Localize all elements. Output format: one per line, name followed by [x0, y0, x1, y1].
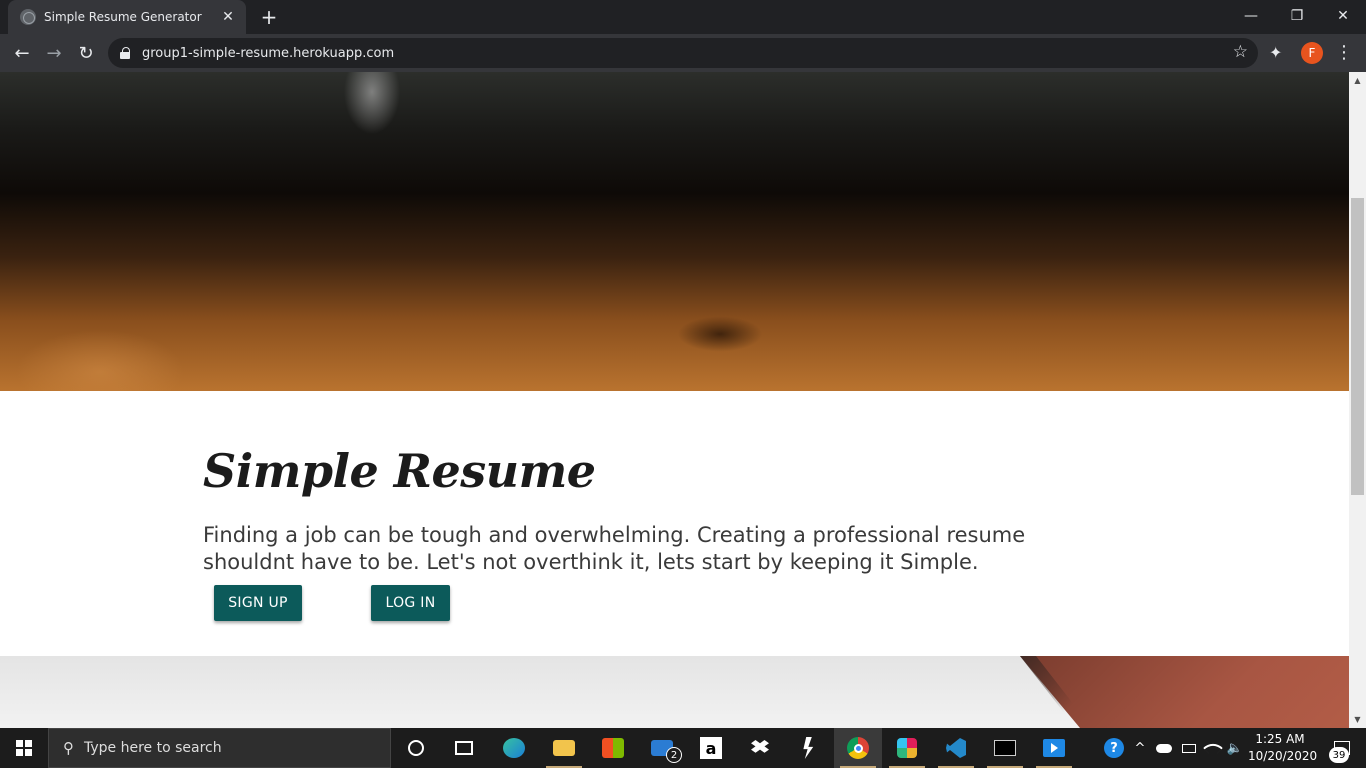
scrollbar-thumb[interactable] — [1351, 198, 1364, 495]
sign-up-button[interactable]: SIGN UP — [214, 585, 302, 621]
help-tray-icon[interactable]: ? — [1100, 728, 1128, 768]
bookmark-star-icon[interactable]: ☆ — [1233, 42, 1248, 62]
close-tab-icon[interactable]: ✕ — [220, 9, 236, 25]
edge-icon — [503, 738, 525, 758]
restore-button[interactable]: ❐ — [1274, 0, 1320, 32]
battery-shape — [1182, 743, 1196, 753]
windows-taskbar: ⚲ Type here to search 2 a ? ^ 🔈 1:25 AM … — [0, 728, 1366, 768]
profile-avatar[interactable]: F — [1301, 42, 1323, 64]
start-button[interactable] — [0, 728, 48, 768]
clock-date: 10/20/2020 — [1248, 749, 1318, 763]
chrome-icon — [847, 737, 869, 759]
video-play-icon — [1043, 739, 1065, 757]
address-bar[interactable]: group1-simple-resume.herokuapp.com ☆ — [108, 38, 1258, 68]
volume-icon[interactable]: 🔈 — [1224, 728, 1246, 768]
mail-unread-badge: 2 — [666, 747, 682, 763]
dropbox-icon — [751, 740, 769, 753]
store-bag-icon — [602, 738, 624, 758]
cloud-shape — [1156, 743, 1172, 753]
task-view-button[interactable] — [440, 728, 488, 768]
intro-section: Simple Resume Finding a job can be tough… — [0, 391, 1349, 656]
browser-toolbar: ← → ↻ group1-simple-resume.herokuapp.com… — [0, 34, 1366, 72]
wifi-icon[interactable] — [1202, 728, 1224, 768]
tab-strip: Simple Resume Generator ✕ + — ❐ ✕ — [0, 0, 1366, 34]
app-bolt[interactable] — [785, 728, 833, 768]
cortana-circle-icon — [408, 740, 424, 756]
search-placeholder: Type here to search — [84, 740, 222, 756]
terminal-icon — [994, 740, 1016, 756]
log-in-button[interactable]: LOG IN — [371, 585, 450, 621]
dropbox-app[interactable] — [736, 728, 784, 768]
edge-app[interactable] — [490, 728, 538, 768]
task-view-icon — [455, 741, 473, 755]
cortana-button[interactable] — [392, 728, 440, 768]
video-app[interactable] — [1030, 728, 1078, 768]
terminal-app[interactable] — [981, 728, 1029, 768]
vscode-icon — [946, 738, 966, 758]
windows-logo-icon — [16, 740, 32, 756]
vscode-app[interactable] — [932, 728, 980, 768]
clock-time: 1:25 AM — [1255, 732, 1305, 746]
back-button[interactable]: ← — [8, 39, 36, 67]
battery-icon[interactable] — [1178, 728, 1200, 768]
slack-icon — [897, 738, 917, 758]
forward-button[interactable]: → — [40, 39, 68, 67]
help-icon: ? — [1104, 738, 1124, 758]
taskbar-clock[interactable]: 1:25 AM 10/20/2020 — [1248, 731, 1318, 765]
browser-tab[interactable]: Simple Resume Generator ✕ — [8, 0, 246, 34]
store-app[interactable] — [589, 728, 637, 768]
minimize-button[interactable]: — — [1228, 0, 1274, 32]
wifi-shape — [1203, 738, 1223, 758]
lock-icon — [120, 47, 130, 59]
reload-button[interactable]: ↻ — [72, 39, 100, 67]
close-window-button[interactable]: ✕ — [1320, 0, 1366, 32]
scroll-down-arrow-icon[interactable]: ▼ — [1349, 711, 1366, 728]
search-icon: ⚲ — [63, 739, 74, 757]
tagline: Finding a job can be tough and overwhelm… — [203, 523, 1026, 574]
show-hidden-icons-chevron-icon[interactable]: ^ — [1130, 728, 1150, 768]
new-tab-button[interactable]: + — [258, 6, 280, 28]
taskbar-search-box[interactable]: ⚲ Type here to search — [48, 728, 391, 768]
folder-icon — [553, 740, 575, 756]
onedrive-cloud-icon[interactable] — [1152, 728, 1176, 768]
scroll-up-arrow-icon[interactable]: ▲ — [1349, 72, 1366, 89]
page-scrollbar[interactable]: ▲ ▼ — [1349, 72, 1366, 728]
hero-image-bottom — [0, 656, 1349, 728]
amazon-icon: a — [700, 737, 722, 759]
globe-icon — [20, 9, 36, 25]
url-text[interactable]: group1-simple-resume.herokuapp.com — [142, 46, 394, 61]
chrome-app[interactable] — [834, 728, 882, 768]
hero-image-top — [0, 72, 1349, 391]
page-viewport: Simple Resume Finding a job can be tough… — [0, 72, 1366, 728]
slack-app[interactable] — [883, 728, 931, 768]
bolt-icon — [803, 737, 814, 759]
browser-menu-icon[interactable]: ⋮ — [1335, 39, 1353, 67]
tab-title: Simple Resume Generator — [44, 10, 202, 24]
notification-count-badge: 39 — [1329, 747, 1349, 763]
extensions-puzzle-icon[interactable]: ✦ — [1269, 43, 1282, 62]
page-title: Simple Resume — [203, 444, 596, 498]
file-explorer-app[interactable] — [540, 728, 588, 768]
amazon-app[interactable]: a — [687, 728, 735, 768]
